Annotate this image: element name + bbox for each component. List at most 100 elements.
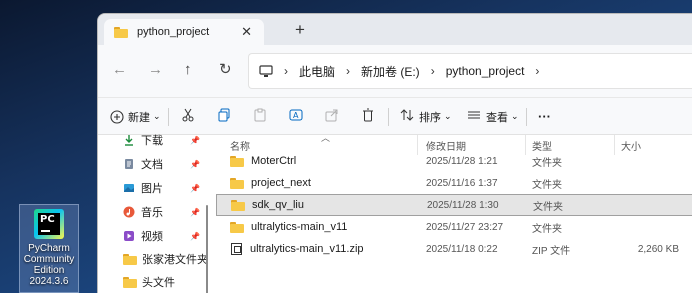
copy-button[interactable]	[217, 98, 231, 135]
file-modified: 2025/11/28 1:30	[427, 199, 499, 211]
rename-icon: A	[289, 108, 303, 125]
download-icon	[125, 135, 133, 146]
file-type: 文件夹	[532, 179, 562, 191]
folder-icon	[230, 221, 244, 233]
sidebar-item-pictures[interactable]: 图片 📌	[123, 178, 200, 198]
sidebar-item-label: 下载	[141, 135, 163, 147]
file-name: sdk_qv_liu	[252, 199, 304, 211]
file-type: 文件夹	[532, 223, 562, 235]
document-icon	[125, 159, 133, 169]
paste-button[interactable]	[253, 98, 267, 135]
forward-arrow-icon[interactable]: →	[148, 62, 163, 77]
breadcrumb-separator[interactable]: ›	[284, 64, 288, 78]
tab-title: python_project	[137, 26, 210, 38]
file-name: ultralytics-main_v11.zip	[250, 243, 364, 255]
file-modified: 2025/11/18 0:22	[426, 243, 498, 255]
copy-icon	[217, 108, 231, 125]
sort-ascending-icon: ︿	[321, 133, 331, 143]
pin-icon: 📌	[190, 231, 200, 241]
rename-button[interactable]: A	[289, 98, 303, 135]
more-options-button[interactable]: ···	[538, 98, 551, 135]
chevron-down-icon: ⌄	[153, 111, 161, 121]
pycharm-logo-text: PC	[40, 214, 55, 225]
tab-python-project[interactable]: python_project ✕	[104, 19, 264, 45]
new-button-label: 新建	[128, 111, 150, 124]
video-icon	[124, 231, 134, 241]
delete-button[interactable]	[361, 98, 375, 135]
cut-button[interactable]	[181, 98, 195, 135]
plus-circle-icon	[110, 109, 124, 124]
pycharm-desktop-shortcut[interactable]: PC PyCharm Community Edition 2024.3.6	[19, 204, 79, 293]
file-type: 文件夹	[533, 201, 563, 213]
refresh-icon[interactable]: ↻	[219, 62, 232, 77]
view-button-label: 查看	[486, 111, 508, 124]
navigation-pane: 下载 📌 文档 📌 图片 📌 音乐 📌 视频 📌 张家港文件夹 头文件	[98, 135, 211, 293]
computer-icon[interactable]	[259, 64, 273, 78]
sidebar-item-label: 图片	[141, 183, 163, 195]
clipboard-icon	[253, 108, 267, 125]
breadcrumb-python-project[interactable]: python_project	[446, 64, 525, 78]
pycharm-shortcut-label: PyCharm Community Edition 2024.3.6	[19, 243, 79, 287]
file-modified: 2025/11/27 23:27	[426, 221, 504, 233]
svg-text:A: A	[293, 111, 299, 120]
address-bar[interactable]: › 此电脑 › 新加卷 (E:) › python_project ›	[248, 53, 692, 89]
breadcrumb-drive-e[interactable]: 新加卷 (E:)	[361, 63, 420, 80]
file-size: 2,260 KB	[637, 243, 679, 255]
breadcrumb-separator[interactable]: ›	[535, 64, 539, 78]
sidebar-item-label: 视频	[141, 231, 163, 243]
trash-icon	[361, 108, 375, 125]
content-area: 下载 📌 文档 📌 图片 📌 音乐 📌 视频 📌 张家港文件夹 头文件 ︿ 名称…	[98, 133, 692, 293]
scissors-icon	[181, 108, 195, 125]
sidebar-item-label: 头文件	[142, 277, 175, 289]
breadcrumb-separator[interactable]: ›	[346, 64, 350, 78]
up-arrow-icon[interactable]: ↑	[184, 62, 192, 77]
sort-button[interactable]: 排序 ⌄	[400, 98, 452, 135]
navigation-bar: ← → ↑ ↻ › 此电脑 › 新加卷 (E:) › python_projec…	[98, 45, 692, 97]
sidebar-item-header-files[interactable]: 头文件	[123, 272, 175, 292]
file-row-ultralytics-main-v11[interactable]: ultralytics-main_v11 2025/11/27 23:27 文件…	[216, 216, 692, 238]
sort-button-label: 排序	[419, 111, 441, 124]
command-bar: 新建 ⌄ A 排序 ⌄ 查看 ⌄ ···	[98, 97, 692, 135]
sidebar-scrollbar[interactable]	[206, 205, 208, 293]
sort-icon	[400, 108, 414, 125]
sidebar-item-documents[interactable]: 文档 📌	[123, 154, 200, 174]
toolbar-divider	[526, 108, 527, 126]
pin-icon: 📌	[190, 159, 200, 169]
folder-icon	[231, 199, 245, 211]
file-modified: 2025/11/28 1:21	[426, 155, 498, 167]
file-row-ultralytics-zip[interactable]: ultralytics-main_v11.zip 2025/11/18 0:22…	[216, 238, 692, 260]
music-icon	[123, 206, 135, 218]
file-name: MoterCtrl	[251, 155, 297, 167]
close-tab-icon[interactable]: ✕	[241, 24, 252, 40]
toolbar-divider	[388, 108, 389, 126]
file-row-project-next[interactable]: project_next 2025/11/16 1:37 文件夹	[216, 172, 692, 194]
folder-icon	[230, 177, 244, 189]
pin-icon: 📌	[190, 135, 200, 145]
sidebar-item-music[interactable]: 音乐 📌	[123, 202, 200, 222]
toolbar-divider	[168, 108, 169, 126]
file-list: ︿ 名称 修改日期 类型 大小 MoterCtrl 2025/11/28 1:2…	[214, 133, 692, 293]
breadcrumb-separator[interactable]: ›	[431, 64, 435, 78]
file-row-motorctrl[interactable]: MoterCtrl 2025/11/28 1:21 文件夹	[216, 150, 692, 172]
file-name: project_next	[251, 177, 311, 189]
sidebar-item-videos[interactable]: 视频 📌	[123, 226, 200, 246]
view-button[interactable]: 查看 ⌄	[467, 98, 519, 135]
chevron-down-icon: ⌄	[444, 111, 452, 121]
back-arrow-icon[interactable]: ←	[112, 62, 127, 77]
sidebar-item-label: 文档	[141, 159, 163, 171]
tab-bar: python_project ✕ +	[98, 14, 692, 45]
file-explorer-window: python_project ✕ + ← → ↑ ↻ › 此电脑 › 新加卷 (…	[97, 13, 692, 293]
breadcrumb-this-pc[interactable]: 此电脑	[299, 63, 335, 80]
file-modified: 2025/11/16 1:37	[426, 177, 498, 189]
folder-icon	[114, 26, 128, 38]
file-row-sdk-qv-liu[interactable]: sdk_qv_liu 2025/11/28 1:30 文件夹	[216, 194, 692, 216]
sidebar-item-zhangjiagang-folder[interactable]: 张家港文件夹	[123, 249, 208, 269]
shortcut-label-line: Edition	[33, 265, 65, 276]
new-tab-button[interactable]: +	[295, 21, 305, 38]
sidebar-item-label: 音乐	[141, 207, 163, 219]
file-type: 文件夹	[532, 157, 562, 169]
share-button[interactable]	[325, 98, 339, 135]
sidebar-item-downloads[interactable]: 下载 📌	[123, 130, 200, 150]
sidebar-item-label: 张家港文件夹	[142, 254, 208, 266]
folder-icon	[123, 253, 137, 265]
